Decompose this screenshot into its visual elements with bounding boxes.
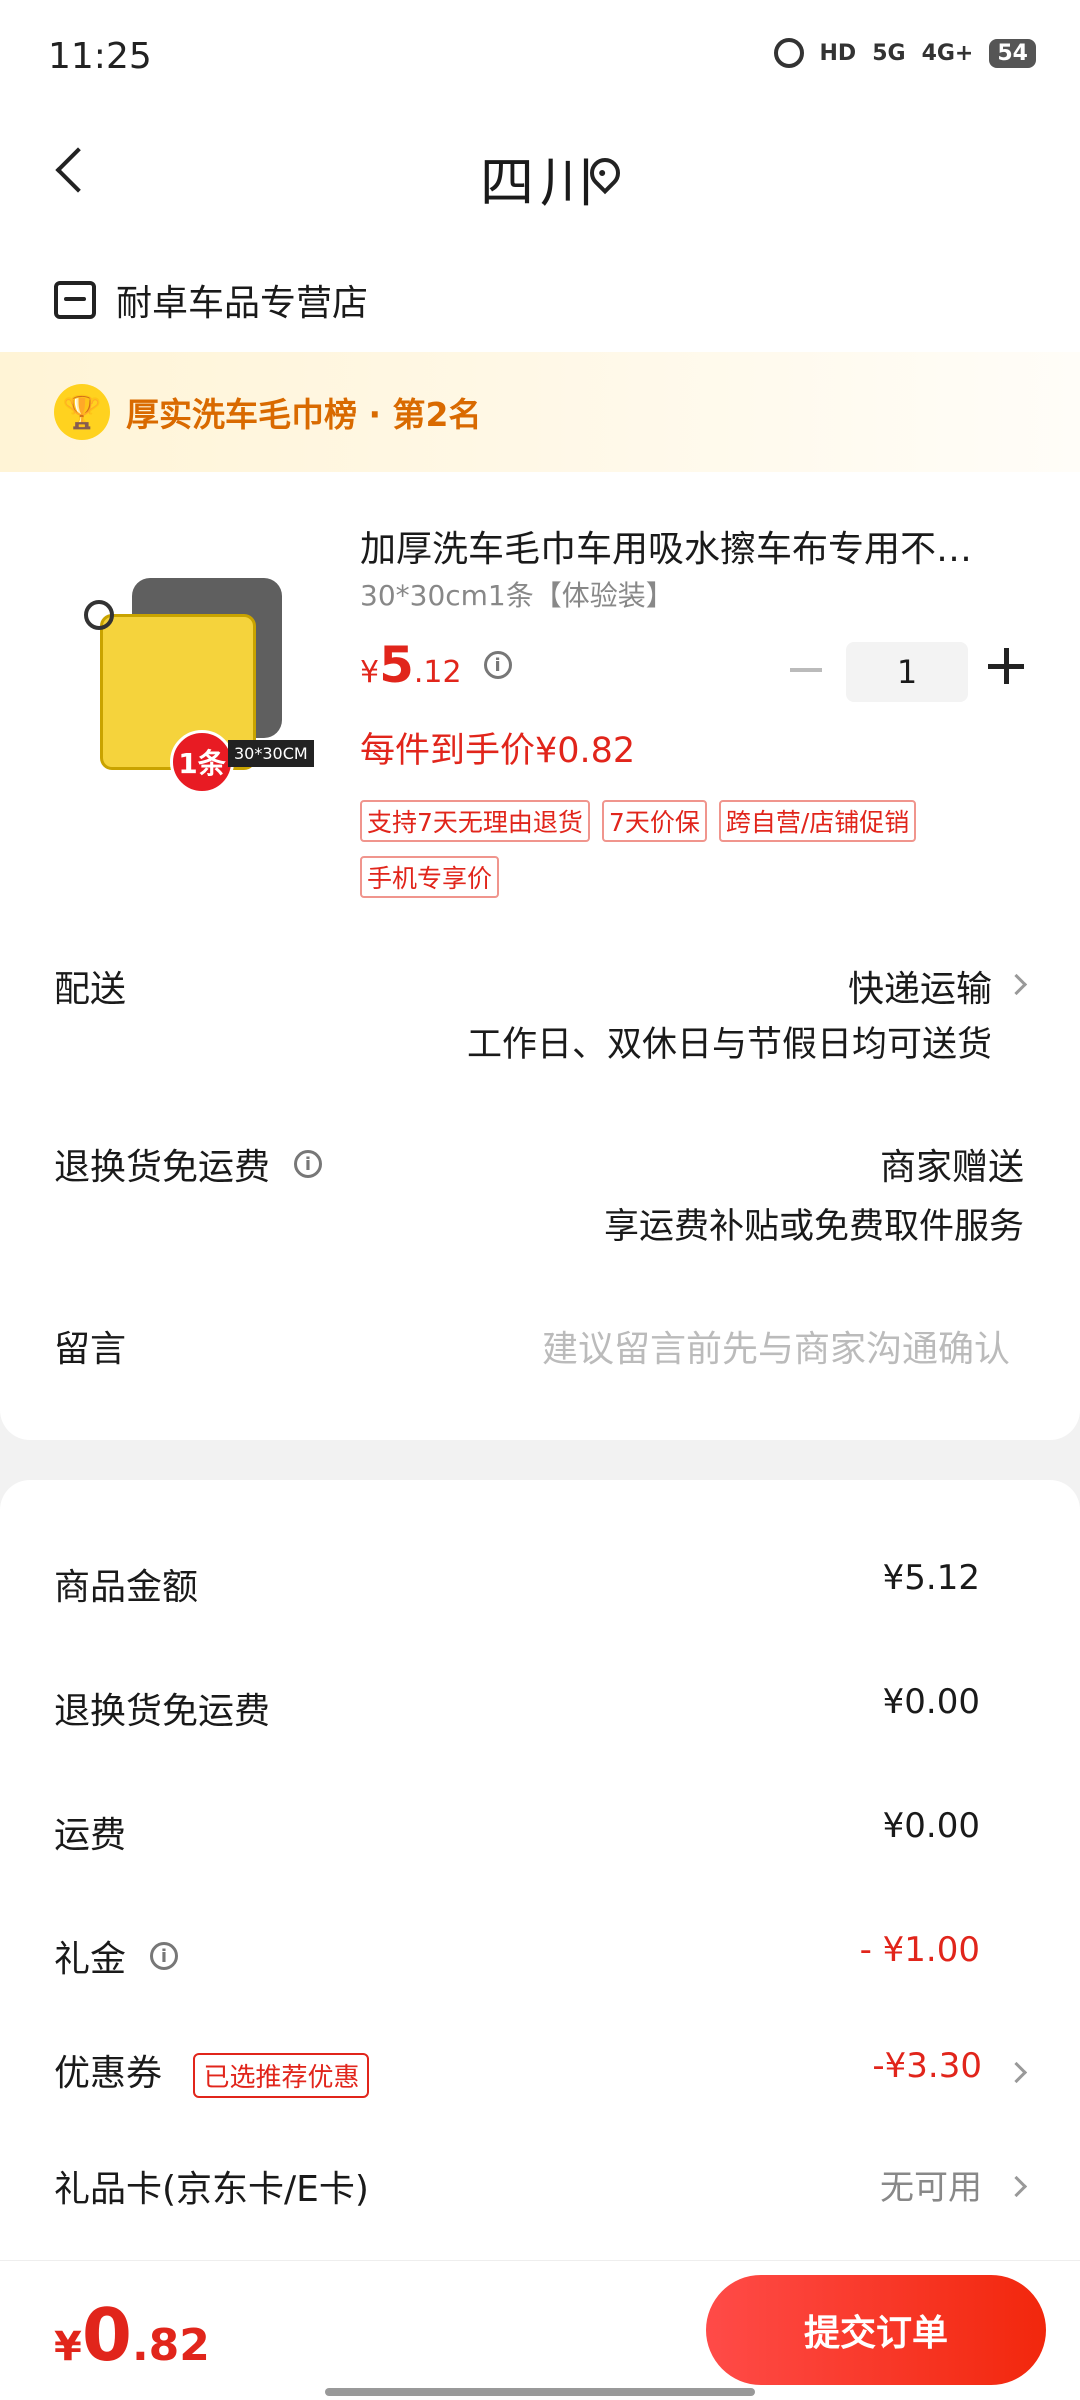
coupon-label: 优惠券: [54, 2053, 163, 2094]
gift-money-row: 礼金 i: [54, 1930, 179, 1982]
return-shipping-sub: 享运费补贴或免费取件服务: [603, 1207, 1024, 1247]
goods-amount-label: 商品金额: [54, 1567, 199, 1608]
status-icons: HD 5G 4G+ 54: [773, 38, 1036, 68]
hd-icon: HD: [819, 40, 857, 66]
status-bar: 11:25 HD 5G 4G+ 54: [0, 0, 1080, 120]
gift-money-label: 礼金: [54, 1939, 127, 1980]
price-decimal: .12: [413, 655, 462, 690]
store-row[interactable]: 耐卓车品专营店: [54, 270, 368, 330]
product-price: ¥ 5 .12 i: [360, 636, 512, 694]
quantity-minus-button[interactable]: [790, 668, 822, 672]
chevron-right-icon[interactable]: [1005, 2061, 1028, 2084]
price-info-icon[interactable]: i: [483, 651, 512, 679]
product-spec[interactable]: 30*30cm1条【体验装】: [360, 574, 674, 614]
quantity-plus-button[interactable]: [988, 648, 1024, 684]
alarm-icon: [773, 38, 804, 68]
gift-card-label: 礼品卡(京东卡/E卡): [54, 2169, 369, 2210]
coupon-badge: 已选推荐优惠: [193, 2052, 370, 2098]
message-label: 留言: [54, 1329, 127, 1370]
coupon-row[interactable]: 优惠券 已选推荐优惠: [54, 2044, 370, 2098]
store-name: 耐卓车品专营店: [116, 283, 369, 324]
rank-banner[interactable]: 🏆 厚实洗车毛巾榜 · 第2名: [0, 352, 1080, 472]
final-unit-price: 每件到手价¥0.82: [360, 731, 636, 771]
total-symbol: ¥: [54, 2324, 82, 2370]
5g-signal-icon: 5G: [872, 40, 906, 66]
status-time: 11:25: [48, 36, 152, 77]
message-input[interactable]: 建议留言前先与商家沟通确认: [542, 1320, 1010, 1372]
4g-signal-icon: 4G+: [921, 40, 974, 66]
return-fee-value: ¥0.00: [882, 1682, 980, 1722]
service-tag: 支持7天无理由退货: [360, 800, 590, 842]
battery-icon: 54: [989, 38, 1036, 68]
bottom-bar: ¥ 0 .82 提交订单: [0, 2260, 1080, 2400]
price-symbol: ¥: [360, 655, 380, 690]
store-icon: [54, 281, 96, 319]
service-tag: 手机专享价: [360, 856, 500, 898]
home-indicator[interactable]: [325, 2388, 755, 2396]
submit-order-button[interactable]: 提交订单: [706, 2275, 1046, 2385]
image-size-badge: 30*30CM: [228, 740, 314, 767]
trophy-icon: 🏆: [54, 384, 110, 440]
return-fee-label: 退换货免运费: [54, 1691, 271, 1732]
coupon-value[interactable]: -¥3.30: [872, 2046, 982, 2086]
total-price: ¥ 0 .82: [54, 2293, 210, 2377]
page-title[interactable]: 四川: [0, 138, 1080, 217]
chevron-right-icon[interactable]: [1005, 2175, 1028, 2198]
product-image[interactable]: 1条 30*30CM: [80, 560, 314, 794]
delivery-sub: 工作日、双休日与节假日均可送货: [466, 1025, 992, 1065]
shipping-value: ¥0.00: [882, 1806, 980, 1846]
return-shipping-row: 退换货免运费 i: [54, 1138, 323, 1190]
nav-bar: 四川: [0, 120, 1080, 240]
return-shipping-info-icon[interactable]: i: [294, 1150, 323, 1178]
summary-card: 商品金额 ¥5.12 退换货免运费 ¥0.00 运费 ¥0.00 礼金 i - …: [0, 1480, 1080, 2260]
shipping-label: 运费: [54, 1815, 127, 1856]
gift-money-info-icon[interactable]: i: [150, 1942, 179, 1970]
return-shipping-value: 商家赠送: [879, 1147, 1024, 1188]
delivery-label: 配送: [54, 969, 127, 1010]
service-tags: 支持7天无理由退货 7天价保 跨自营/店铺促销 手机专享价: [360, 800, 1000, 898]
rank-text: 厚实洗车毛巾榜 · 第2名: [126, 395, 482, 434]
quantity-input[interactable]: 1: [846, 642, 968, 702]
goods-amount-value: ¥5.12: [882, 1558, 980, 1598]
order-card: 耐卓车品专营店 🏆 厚实洗车毛巾榜 · 第2名 1条 30*30CM 加厚洗车毛…: [0, 240, 1080, 1440]
gift-money-value: - ¥1.00: [859, 1930, 980, 1970]
total-decimal: .82: [131, 2320, 210, 2371]
chevron-right-icon[interactable]: [1005, 973, 1028, 996]
towel-loop: [84, 600, 114, 630]
service-tag: 跨自营/店铺促销: [718, 800, 917, 842]
gift-card-value[interactable]: 无可用: [880, 2160, 982, 2209]
price-integer: 5: [379, 636, 414, 694]
delivery-value[interactable]: 快递运输: [848, 960, 992, 1012]
image-count-badge: 1条: [170, 730, 234, 794]
total-integer: 0: [81, 2293, 132, 2377]
service-tag: 7天价保: [601, 800, 707, 842]
return-shipping-label: 退换货免运费: [54, 1147, 271, 1188]
product-title[interactable]: 加厚洗车毛巾车用吸水擦车布专用不…: [360, 520, 1030, 572]
